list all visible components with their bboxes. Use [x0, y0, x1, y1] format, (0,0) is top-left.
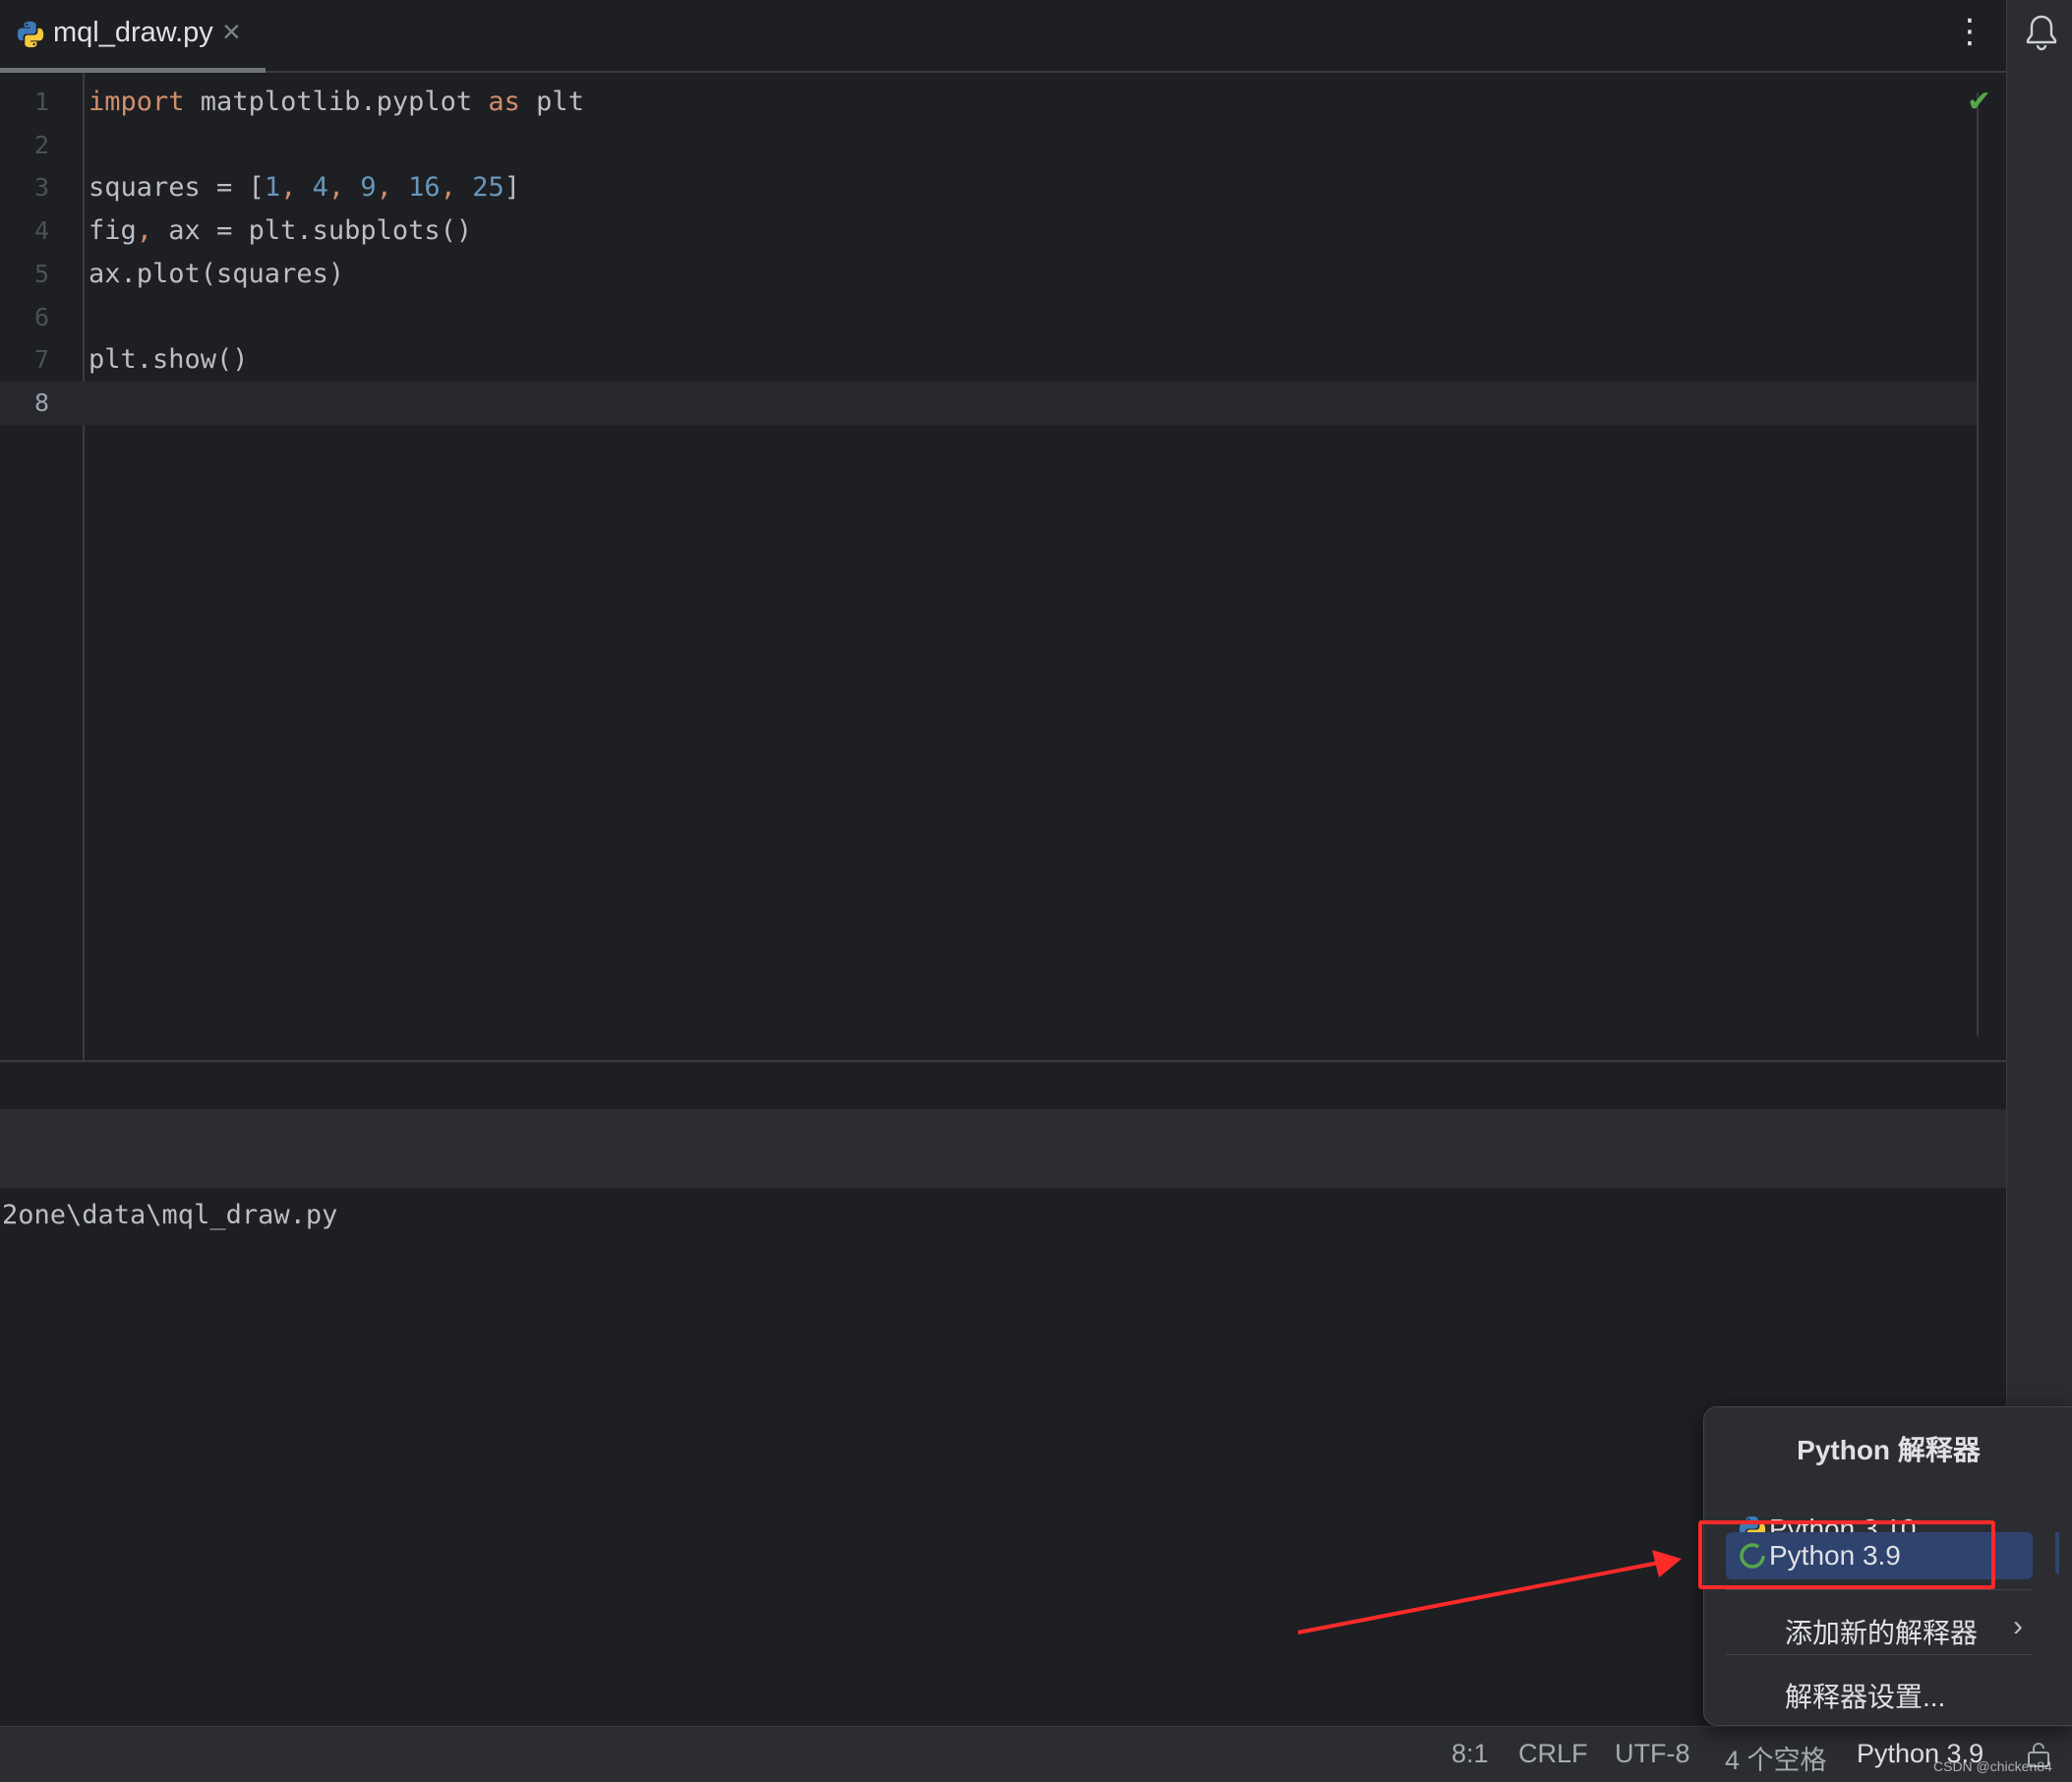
- line-number: 1: [33, 88, 49, 116]
- line-number: 3: [33, 173, 49, 203]
- more-options-icon[interactable]: ⋮: [1953, 14, 1986, 53]
- popup-title: Python 解释器: [1797, 1435, 1981, 1465]
- line-number: 2: [33, 130, 49, 159]
- code-token: ax = plt.subplots(): [152, 215, 473, 247]
- code-token: 25: [472, 172, 504, 204]
- code-token: ,: [327, 172, 361, 204]
- code-token: 1: [264, 172, 281, 204]
- indent-setting[interactable]: 4 个空格: [1725, 1739, 1827, 1777]
- interpreter-settings-label: 解释器设置...: [1785, 1682, 1946, 1712]
- caret-position[interactable]: 8:1: [1451, 1739, 1489, 1769]
- notifications-bell-icon[interactable]: [2025, 14, 2058, 51]
- code-token: import: [89, 87, 185, 117]
- interpreter-settings-item[interactable]: 解释器设置...: [1726, 1668, 2033, 1715]
- editor-tab-bar: mql_draw.py × ⋮: [0, 0, 2006, 73]
- code-text: ax.plot(squares): [89, 253, 344, 296]
- add-new-interpreter-item[interactable]: 添加新的解释器 ›: [1726, 1604, 2033, 1651]
- code-token: ,: [376, 172, 409, 204]
- status-bar: 8:1 CRLF UTF-8 4 个空格 Python 3.9 CSDN @ch…: [0, 1726, 2072, 1782]
- code-line[interactable]: 6: [0, 296, 1977, 339]
- code-token: fig: [89, 215, 137, 247]
- code-line[interactable]: 1 import matplotlib.pyplot as plt: [0, 81, 1977, 124]
- code-token: ax.plot(squares): [89, 258, 345, 289]
- editor-scrollbar[interactable]: [1977, 92, 1979, 1037]
- chevron-right-icon: ›: [2013, 1610, 2023, 1642]
- code-token: 9: [360, 172, 377, 204]
- python-file-icon: [17, 21, 44, 48]
- popup-separator: [1726, 1589, 2033, 1590]
- watermark: CSDN @chicken84: [1933, 1758, 2052, 1774]
- code-text: import matplotlib.pyplot as plt: [89, 81, 584, 124]
- code-token: matplotlib.pyplot: [184, 87, 489, 117]
- code-token: squares = [: [89, 172, 265, 204]
- add-new-interpreter-label: 添加新的解释器: [1785, 1618, 1979, 1648]
- code-token: 16: [408, 172, 441, 204]
- popup-separator: [1726, 1654, 2033, 1655]
- code-line[interactable]: 7 plt.show(): [0, 338, 1977, 382]
- code-token: plt: [519, 87, 584, 117]
- code-text: squares = [1, 4, 9, 16, 25]: [89, 166, 520, 209]
- code-line[interactable]: 3 squares = [1, 4, 9, 16, 25]: [0, 166, 1977, 209]
- code-line[interactable]: 4 fig, ax = plt.subplots(): [0, 209, 1977, 253]
- editor-divider: [0, 1060, 2006, 1062]
- code-token: ]: [503, 172, 520, 204]
- code-text: plt.show(): [89, 338, 249, 382]
- selection-edge: [2055, 1532, 2059, 1574]
- line-number: 7: [33, 345, 49, 375]
- code-token: 4: [312, 172, 328, 204]
- line-number: 6: [33, 302, 49, 331]
- code-editor[interactable]: 1 import matplotlib.pyplot as plt 2 3 square…: [0, 73, 2006, 1060]
- tool-window-header: [0, 1109, 2006, 1188]
- inspection-ok-check-icon[interactable]: ✔: [1967, 85, 1991, 119]
- file-encoding[interactable]: UTF-8: [1615, 1739, 1690, 1769]
- code-token: ,: [440, 172, 473, 204]
- annotation-arrow: [1297, 1550, 1682, 1634]
- highlight-box: [1698, 1520, 1995, 1589]
- line-number: 8: [33, 387, 49, 417]
- tab-close-icon[interactable]: ×: [222, 14, 241, 50]
- code-token: plt.show(): [89, 344, 249, 376]
- code-token: as: [488, 87, 520, 117]
- line-number: 5: [33, 259, 49, 288]
- code-line[interactable]: 2: [0, 124, 1977, 167]
- line-separator[interactable]: CRLF: [1518, 1739, 1588, 1769]
- code-line[interactable]: 8: [0, 381, 1977, 425]
- tab-label: mql_draw.py: [53, 17, 213, 48]
- line-number: 4: [33, 216, 49, 246]
- code-token: ,: [136, 215, 153, 247]
- code-line[interactable]: 5 ax.plot(squares): [0, 253, 1977, 296]
- tab-mql-draw[interactable]: mql_draw.py ×: [0, 0, 266, 73]
- code-token: ,: [280, 172, 313, 204]
- console-output: 2one\data\mql_draw.py: [2, 1200, 338, 1230]
- code-text: fig, ax = plt.subplots(): [89, 209, 472, 253]
